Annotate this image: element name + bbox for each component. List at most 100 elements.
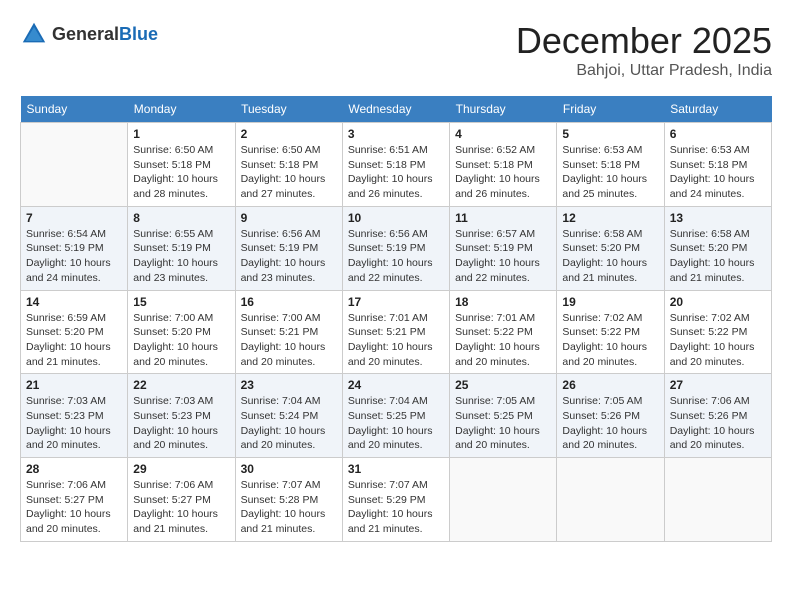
calendar-cell: 24Sunrise: 7:04 AMSunset: 5:25 PMDayligh… bbox=[342, 374, 449, 458]
day-info: Sunrise: 7:01 AMSunset: 5:22 PMDaylight:… bbox=[455, 311, 551, 370]
weekday-monday: Monday bbox=[128, 96, 235, 123]
day-number: 7 bbox=[26, 211, 122, 225]
day-info: Sunrise: 7:06 AMSunset: 5:27 PMDaylight:… bbox=[26, 478, 122, 537]
calendar-cell: 20 Sunrise: 7:02 AMSunset: 5:22 PMDayligh… bbox=[664, 290, 771, 374]
calendar-table: SundayMondayTuesdayWednesdayThursdayFrid… bbox=[20, 96, 772, 542]
page-header: GeneralBlue December 2025 Bahjoi, Uttar … bbox=[20, 20, 772, 80]
location-title: Bahjoi, Uttar Pradesh, India bbox=[516, 62, 772, 80]
day-number: 14 bbox=[26, 295, 122, 309]
calendar-cell: 13Sunrise: 6:58 AMSunset: 5:20 PMDayligh… bbox=[664, 206, 771, 290]
day-number: 29 bbox=[133, 462, 229, 476]
day-info: Sunrise: 7:00 AMSunset: 5:21 PMDaylight:… bbox=[241, 311, 337, 370]
calendar-cell: 19 Sunrise: 7:02 AMSunset: 5:22 PMDayligh… bbox=[557, 290, 664, 374]
day-number: 15 bbox=[133, 295, 229, 309]
day-info: Sunrise: 6:54 AMSunset: 5:19 PMDaylight:… bbox=[26, 227, 122, 286]
calendar-cell: 11 Sunrise: 6:57 AMSunset: 5:19 PMDayligh… bbox=[450, 206, 557, 290]
calendar-cell bbox=[664, 458, 771, 542]
calendar-cell: 14 Sunrise: 6:59 AMSunset: 5:20 PMDayligh… bbox=[21, 290, 128, 374]
day-number: 28 bbox=[26, 462, 122, 476]
day-info: Sunrise: 7:06 AMSunset: 5:26 PMDaylight:… bbox=[670, 394, 766, 453]
calendar-cell: 5Sunrise: 6:53 AMSunset: 5:18 PMDaylight… bbox=[557, 123, 664, 207]
day-info: Sunrise: 6:55 AMSunset: 5:19 PMDaylight:… bbox=[133, 227, 229, 286]
day-info: Sunrise: 6:50 AMSunset: 5:18 PMDaylight:… bbox=[241, 143, 337, 202]
day-number: 11 bbox=[455, 211, 551, 225]
calendar-cell: 29 Sunrise: 7:06 AMSunset: 5:27 PMDayligh… bbox=[128, 458, 235, 542]
calendar-cell: 15Sunrise: 7:00 AMSunset: 5:20 PMDayligh… bbox=[128, 290, 235, 374]
calendar-cell: 26Sunrise: 7:05 AMSunset: 5:26 PMDayligh… bbox=[557, 374, 664, 458]
calendar-cell: 6 Sunrise: 6:53 AMSunset: 5:18 PMDaylight… bbox=[664, 123, 771, 207]
calendar-cell: 31Sunrise: 7:07 AMSunset: 5:29 PMDayligh… bbox=[342, 458, 449, 542]
weekday-thursday: Thursday bbox=[450, 96, 557, 123]
calendar-cell: 7 Sunrise: 6:54 AMSunset: 5:19 PMDaylight… bbox=[21, 206, 128, 290]
day-number: 19 bbox=[562, 295, 658, 309]
day-info: Sunrise: 6:59 AMSunset: 5:20 PMDaylight:… bbox=[26, 311, 122, 370]
day-number: 13 bbox=[670, 211, 766, 225]
day-info: Sunrise: 7:06 AMSunset: 5:27 PMDaylight:… bbox=[133, 478, 229, 537]
day-number: 24 bbox=[348, 378, 444, 392]
calendar-cell: 28 Sunrise: 7:06 AMSunset: 5:27 PMDayligh… bbox=[21, 458, 128, 542]
day-info: Sunrise: 6:50 AMSunset: 5:18 PMDaylight:… bbox=[133, 143, 229, 202]
calendar-cell: 1Sunrise: 6:50 AMSunset: 5:18 PMDaylight… bbox=[128, 123, 235, 207]
calendar-cell: 30Sunrise: 7:07 AMSunset: 5:28 PMDayligh… bbox=[235, 458, 342, 542]
weekday-wednesday: Wednesday bbox=[342, 96, 449, 123]
day-info: Sunrise: 6:53 AMSunset: 5:18 PMDaylight:… bbox=[670, 143, 766, 202]
calendar-week-5: 28 Sunrise: 7:06 AMSunset: 5:27 PMDayligh… bbox=[21, 458, 772, 542]
calendar-cell: 8 Sunrise: 6:55 AMSunset: 5:19 PMDaylight… bbox=[128, 206, 235, 290]
day-info: Sunrise: 6:56 AMSunset: 5:19 PMDaylight:… bbox=[348, 227, 444, 286]
day-number: 16 bbox=[241, 295, 337, 309]
calendar-cell: 2Sunrise: 6:50 AMSunset: 5:18 PMDaylight… bbox=[235, 123, 342, 207]
calendar-cell: 22 Sunrise: 7:03 AMSunset: 5:23 PMDayligh… bbox=[128, 374, 235, 458]
logo-text-general: General bbox=[52, 24, 119, 44]
day-number: 21 bbox=[26, 378, 122, 392]
day-number: 8 bbox=[133, 211, 229, 225]
day-number: 18 bbox=[455, 295, 551, 309]
day-number: 20 bbox=[670, 295, 766, 309]
day-info: Sunrise: 7:02 AMSunset: 5:22 PMDaylight:… bbox=[562, 311, 658, 370]
calendar-cell: 23 Sunrise: 7:04 AMSunset: 5:24 PMDayligh… bbox=[235, 374, 342, 458]
calendar-cell bbox=[450, 458, 557, 542]
weekday-tuesday: Tuesday bbox=[235, 96, 342, 123]
calendar-cell: 9Sunrise: 6:56 AMSunset: 5:19 PMDaylight… bbox=[235, 206, 342, 290]
day-number: 27 bbox=[670, 378, 766, 392]
day-number: 6 bbox=[670, 127, 766, 141]
title-area: December 2025 Bahjoi, Uttar Pradesh, Ind… bbox=[516, 20, 772, 80]
day-info: Sunrise: 6:57 AMSunset: 5:19 PMDaylight:… bbox=[455, 227, 551, 286]
calendar-cell: 3Sunrise: 6:51 AMSunset: 5:18 PMDaylight… bbox=[342, 123, 449, 207]
day-number: 9 bbox=[241, 211, 337, 225]
day-number: 10 bbox=[348, 211, 444, 225]
calendar-cell: 18 Sunrise: 7:01 AMSunset: 5:22 PMDayligh… bbox=[450, 290, 557, 374]
day-info: Sunrise: 7:03 AMSunset: 5:23 PMDaylight:… bbox=[133, 394, 229, 453]
day-number: 4 bbox=[455, 127, 551, 141]
calendar-cell: 21Sunrise: 7:03 AMSunset: 5:23 PMDayligh… bbox=[21, 374, 128, 458]
calendar-week-2: 7 Sunrise: 6:54 AMSunset: 5:19 PMDaylight… bbox=[21, 206, 772, 290]
calendar-cell: 10 Sunrise: 6:56 AMSunset: 5:19 PMDayligh… bbox=[342, 206, 449, 290]
day-number: 12 bbox=[562, 211, 658, 225]
calendar-cell: 27 Sunrise: 7:06 AMSunset: 5:26 PMDayligh… bbox=[664, 374, 771, 458]
logo: GeneralBlue bbox=[20, 20, 158, 48]
day-number: 17 bbox=[348, 295, 444, 309]
calendar-cell: 17 Sunrise: 7:01 AMSunset: 5:21 PMDayligh… bbox=[342, 290, 449, 374]
calendar-week-3: 14 Sunrise: 6:59 AMSunset: 5:20 PMDayligh… bbox=[21, 290, 772, 374]
weekday-sunday: Sunday bbox=[21, 96, 128, 123]
day-info: Sunrise: 7:07 AMSunset: 5:28 PMDaylight:… bbox=[241, 478, 337, 537]
day-number: 22 bbox=[133, 378, 229, 392]
day-info: Sunrise: 6:53 AMSunset: 5:18 PMDaylight:… bbox=[562, 143, 658, 202]
logo-text-blue: Blue bbox=[119, 24, 158, 44]
day-info: Sunrise: 7:04 AMSunset: 5:24 PMDaylight:… bbox=[241, 394, 337, 453]
calendar-cell bbox=[21, 123, 128, 207]
day-info: Sunrise: 7:02 AMSunset: 5:22 PMDaylight:… bbox=[670, 311, 766, 370]
weekday-friday: Friday bbox=[557, 96, 664, 123]
calendar-week-1: 1Sunrise: 6:50 AMSunset: 5:18 PMDaylight… bbox=[21, 123, 772, 207]
day-number: 25 bbox=[455, 378, 551, 392]
day-number: 23 bbox=[241, 378, 337, 392]
day-info: Sunrise: 7:05 AMSunset: 5:25 PMDaylight:… bbox=[455, 394, 551, 453]
calendar-cell: 4 Sunrise: 6:52 AMSunset: 5:18 PMDaylight… bbox=[450, 123, 557, 207]
calendar-week-4: 21 Sunrise: 7:03 AMSunset: 5:23 PMDayligh… bbox=[21, 374, 772, 458]
month-title: December 2025 bbox=[516, 20, 772, 62]
day-info: Sunrise: 6:52 AMSunset: 5:18 PMDaylight:… bbox=[455, 143, 551, 202]
calendar-cell: 16 Sunrise: 7:00 AMSunset: 5:21 PMDayligh… bbox=[235, 290, 342, 374]
calendar-cell bbox=[557, 458, 664, 542]
day-number: 31 bbox=[348, 462, 444, 476]
day-number: 3 bbox=[348, 127, 444, 141]
day-info: Sunrise: 7:01 AMSunset: 5:21 PMDaylight:… bbox=[348, 311, 444, 370]
